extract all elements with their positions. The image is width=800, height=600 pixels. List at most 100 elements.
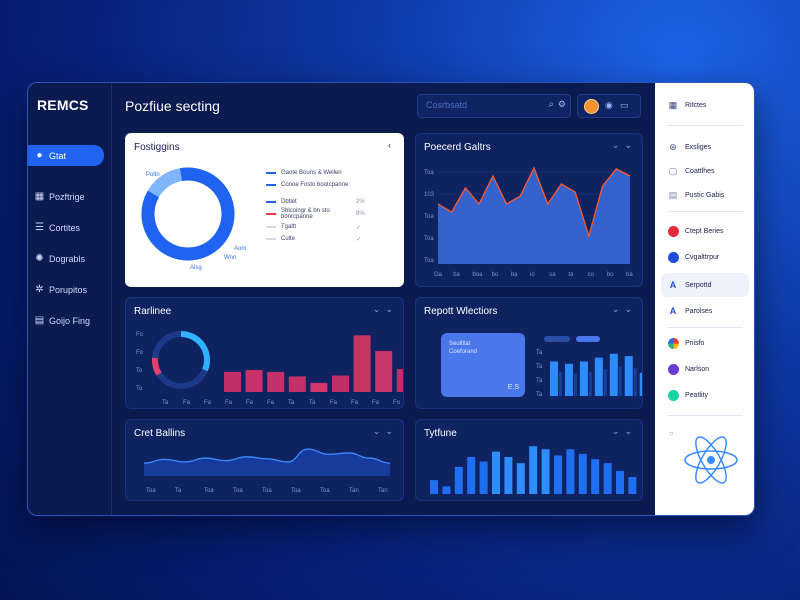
x-tick-label: Tan — [378, 488, 388, 494]
line-chart-card: Cret Ballins ⌄ ⌄ Toa Ta Toa Toa Toa Toa Toa Tan… — [125, 419, 404, 501]
panel-item[interactable]: Peatlity — [667, 387, 708, 403]
x-tick-label: Toa — [204, 488, 214, 494]
legend-label: Gaote Bouns & Wellen — [281, 170, 342, 176]
bar-shadow — [633, 368, 637, 396]
panel-item-label: Pustic Gabis — [685, 191, 725, 199]
y-tick-label: Ta — [536, 378, 543, 384]
sidebar-item-6[interactable]: ▤ Goijo Fing — [28, 310, 104, 331]
x-tick-label: Ta — [162, 400, 169, 406]
panel-item[interactable]: Pnisfo — [667, 335, 704, 351]
panel-item-label: Pnisfo — [685, 339, 705, 347]
search-input[interactable]: Cosrbsatd ⌕ ⚙ — [417, 94, 571, 118]
palette-icon — [667, 337, 679, 349]
column-bar — [516, 463, 525, 494]
y-tick-label: 103 — [424, 192, 435, 198]
y-tick-label: Ta — [536, 392, 543, 398]
teal-dot-icon — [667, 389, 679, 401]
legend-swatch — [266, 213, 276, 215]
sidebar-item-5[interactable]: ✲ Porupitos — [28, 279, 104, 300]
panel-item-label: Ritctes — [685, 101, 707, 109]
column-bar — [616, 470, 624, 494]
column-bar — [442, 486, 451, 494]
bar — [375, 350, 393, 392]
settings-icon[interactable]: ⚙ — [558, 99, 566, 110]
legend-item: Gaote Bouns & Wellen — [266, 168, 356, 178]
bar — [332, 375, 349, 392]
panel-item[interactable]: ▤ Pustic Gabis — [667, 187, 725, 203]
bar — [310, 382, 328, 392]
avatar[interactable] — [584, 99, 599, 114]
panel-item-label: Exsliges — [685, 143, 712, 151]
bar-shadow — [618, 366, 622, 396]
bar-shadow — [603, 369, 607, 396]
sidebar-item-chat[interactable]: ● Gtat — [28, 145, 104, 166]
panel-item[interactable]: Cvgalttrpur — [667, 249, 719, 265]
legend-item: Dbtlet 2% — [266, 197, 365, 207]
legend-percent: 2% — [356, 199, 365, 205]
brand-logo: REMCS — [37, 97, 89, 113]
search-placeholder: Cosrbsatd — [426, 100, 468, 110]
card-title: Poecerd Galtrs — [424, 142, 491, 153]
chevron-left-icon[interactable]: ‹ — [388, 140, 391, 150]
legend-item: Culte ✓ — [266, 234, 361, 244]
a-icon: A — [669, 280, 677, 290]
panel-item[interactable]: ▦ Ritctes — [667, 97, 707, 113]
gear-icon: ⊛ — [669, 141, 677, 152]
sidebar-item-label: Gtat — [49, 150, 67, 161]
legend-item: Shlcoingr & bn sto bonrcpanne 8% — [266, 208, 365, 220]
panel-item[interactable]: Narlson — [667, 361, 709, 377]
bar-chart: Fo Fo To To Ta Fa Fa Fa Fa Fa Ta Ta Fa Fa Fa Fo — [136, 331, 403, 406]
x-tick-label: Fa — [372, 400, 380, 406]
cog-icon: ✲ — [35, 284, 44, 295]
legend-item: Conoe Fosto bootcpanne — [266, 180, 356, 190]
panel-item[interactable]: Ctept Beries — [667, 223, 724, 239]
panel-item-label: Narlson — [685, 365, 710, 373]
x-tick-label: sa — [549, 272, 556, 278]
panel-item-label: Coattlhes — [685, 167, 715, 175]
sidebar-item-label: Goijo Fing — [49, 315, 91, 326]
card-title: Fostiggins — [134, 142, 180, 153]
chevron-down-icon[interactable]: ⌄ ⌄ — [373, 304, 393, 315]
user-menu[interactable]: ◉ ▭ — [577, 94, 641, 118]
bar-shadow — [573, 373, 577, 396]
bar — [288, 376, 306, 392]
sidebar-item-3[interactable]: ☰ Cortites — [28, 217, 104, 238]
purple-dot-icon — [667, 363, 679, 375]
x-tick-label: Fa — [351, 400, 359, 406]
column-bar — [628, 477, 637, 494]
x-tick-label: Fa — [225, 400, 233, 406]
check-icon: ✓ — [356, 236, 362, 243]
sidebar-item-2[interactable]: ▦ Pozftrige — [28, 186, 104, 207]
legend-percent: 8% — [356, 211, 365, 217]
right-panel: ▦ Ritctes ⊛ Exsliges ▢ Coattlhes ▤ Pusti… — [655, 83, 754, 515]
search-icon[interactable]: ⌕ — [548, 99, 554, 110]
column-bar — [504, 456, 513, 494]
message-icon[interactable]: ▭ — [620, 100, 629, 111]
y-tick-label: Toa — [424, 214, 434, 220]
y-tick-label: To — [136, 386, 143, 392]
divider — [667, 415, 743, 416]
panel-item[interactable]: A Serpottd — [667, 277, 712, 293]
x-tick-label: ba — [453, 272, 460, 278]
panel-item[interactable]: A Parolses — [667, 303, 712, 319]
column-bar — [541, 449, 550, 494]
panel-item[interactable]: ▢ Coattlhes — [667, 163, 715, 179]
y-tick-label: Fo — [136, 350, 144, 356]
notification-icon[interactable]: ◉ — [605, 100, 613, 111]
x-tick-label: ta — [568, 272, 574, 278]
panel-item[interactable]: ⊛ Exsliges — [667, 139, 711, 155]
x-tick-label: Tan — [349, 488, 359, 494]
column-chart — [430, 446, 637, 494]
sidebar-item-label: Cortites — [49, 222, 81, 233]
sidebar-item-4[interactable]: ✺ Dograbls — [28, 248, 104, 269]
progress-ring-arc-accent — [151, 357, 162, 376]
a-icon: A — [669, 306, 677, 316]
chevron-down-icon[interactable]: ⌄ ⌄ — [612, 140, 632, 151]
x-tick-label: Toa — [146, 488, 156, 494]
chevron-down-icon[interactable]: ⌄ ⌄ — [612, 304, 632, 315]
x-tick-label: Toa — [320, 488, 330, 494]
atom-icon — [684, 436, 738, 484]
x-tick-label: Fa — [204, 400, 212, 406]
legend-swatch — [266, 172, 276, 174]
column-bar — [529, 446, 538, 494]
